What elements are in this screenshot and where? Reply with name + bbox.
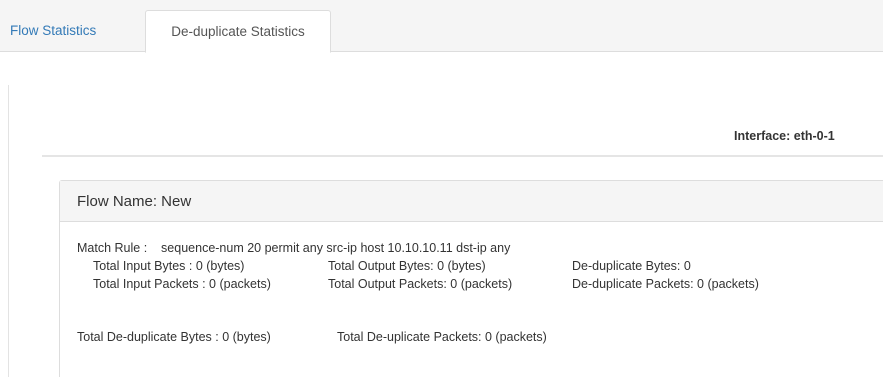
total-input-bytes: Total Input Bytes : 0 (bytes) [93,259,245,273]
match-rule: Match Rule : sequence-num 20 permit any … [77,241,511,255]
total-input-packets: Total Input Packets : 0 (packets) [93,277,271,291]
flow-panel: Flow Name: New Match Rule : sequence-num… [59,180,883,377]
tab-flow-statistics[interactable]: Flow Statistics [0,10,140,52]
flow-name: Flow Name: New [77,193,192,210]
interface-label: Interface: eth-0-1 [734,129,835,143]
total-output-bytes: Total Output Bytes: 0 (bytes) [328,259,486,273]
total-de-duplicate-bytes: Total De-duplicate Bytes : 0 (bytes) [77,330,271,344]
flow-panel-heading: Flow Name: New [60,181,883,222]
de-duplicate-packets: De-duplicate Packets: 0 (packets) [572,277,759,291]
tab-de-duplicate-statistics[interactable]: De-duplicate Statistics [145,10,331,53]
de-duplicate-bytes: De-duplicate Bytes: 0 [572,259,691,273]
total-de-duplicate-packets: Total De-uplicate Packets: 0 (packets) [337,330,547,344]
tab-bar: Flow Statistics De-duplicate Statistics [0,0,883,53]
content-panel-border [8,85,9,377]
total-output-packets: Total Output Packets: 0 (packets) [328,277,513,291]
page: Flow Statistics De-duplicate Statistics … [0,0,883,377]
section-divider [42,155,883,157]
